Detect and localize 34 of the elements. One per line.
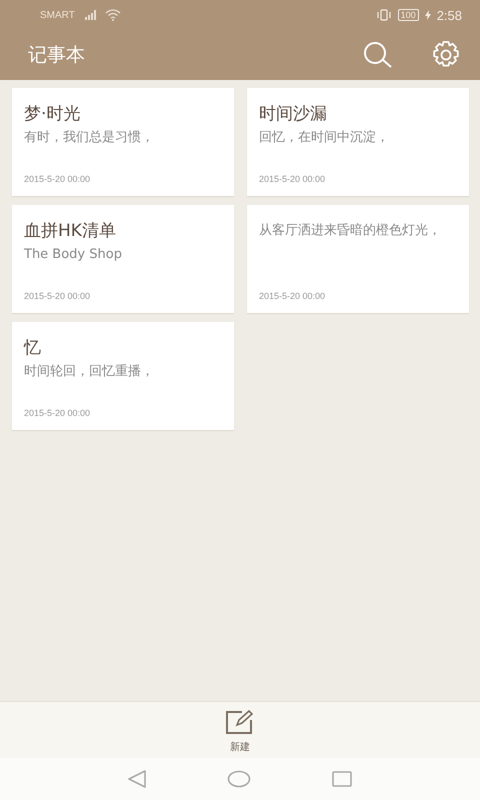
note-card[interactable]: 血拼HK清单 The Body Shop 2015-5-20 00:00 <box>12 205 234 313</box>
note-date: 2015-5-20 00:00 <box>259 174 326 184</box>
charging-icon <box>424 10 431 20</box>
back-icon[interactable] <box>127 770 147 788</box>
signal-icon <box>84 10 99 20</box>
note-preview: The Body Shop <box>24 247 123 264</box>
home-icon[interactable] <box>227 770 251 788</box>
note-card[interactable]: 忆 时间轮回，回忆重播， 2015-5-20 00:00 <box>12 322 234 430</box>
vibrate-icon <box>376 9 392 21</box>
note-date: 2015-5-20 00:00 <box>24 174 92 184</box>
note-title: 梦·时光 <box>24 103 82 125</box>
carrier-name: SMART <box>40 10 75 20</box>
note-title: 时间沙漏 <box>259 103 328 125</box>
note-title: 忆 <box>24 337 42 359</box>
app-title: 记事本 <box>28 43 85 68</box>
note-date: 2015-5-20 00:00 <box>24 291 92 301</box>
search-icon[interactable] <box>362 41 394 69</box>
note-preview: 有时，我们总是习惯， <box>24 130 155 146</box>
settings-icon[interactable] <box>432 41 460 69</box>
note-preview: 回忆，在时间中沉淀， <box>259 130 390 146</box>
new-note-button[interactable]: 新建 <box>222 702 258 758</box>
note-preview: 从客厅洒进来昏暗的橙色灯光， <box>259 223 442 240</box>
note-preview: 时间轮回，回忆重播， <box>24 364 155 380</box>
note-date: 2015-5-20 00:00 <box>24 408 92 418</box>
note-title: 血拼HK清单 <box>24 220 117 242</box>
wifi-icon <box>104 9 121 21</box>
note-card[interactable]: 梦·时光 有时，我们总是习惯， 2015-5-20 00:00 <box>12 88 234 196</box>
battery-level: 100 <box>398 9 419 21</box>
recents-icon[interactable] <box>331 770 353 788</box>
edit-icon <box>226 710 254 734</box>
note-card[interactable]: 从客厅洒进来昏暗的橙色灯光， 2015-5-20 00:00 <box>247 205 469 313</box>
note-date: 2015-5-20 00:00 <box>259 291 326 301</box>
status-time: 2:58 <box>436 8 462 22</box>
note-card[interactable]: 时间沙漏 回忆，在时间中沉淀， 2015-5-20 00:00 <box>247 88 469 196</box>
